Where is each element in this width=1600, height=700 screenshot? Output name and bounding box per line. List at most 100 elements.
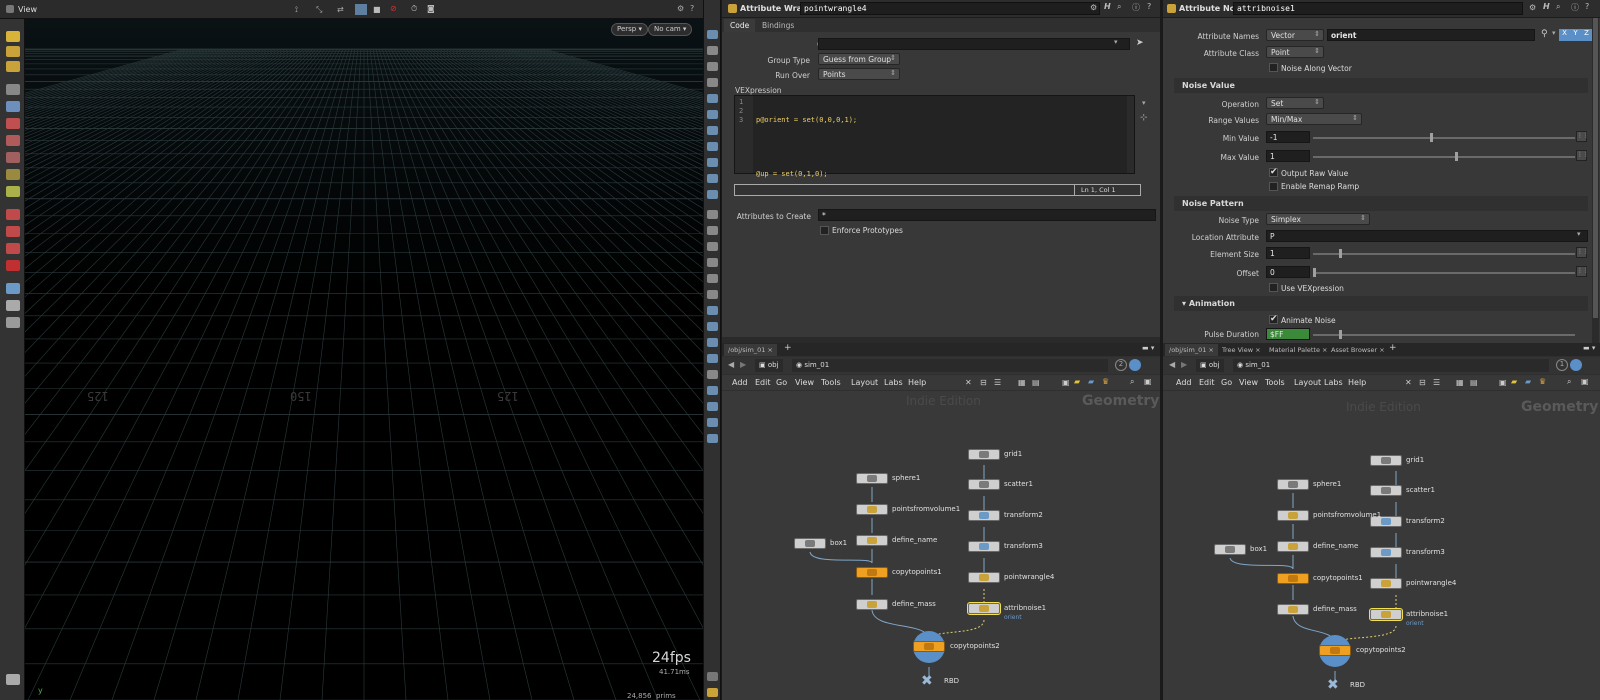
zoom-icon[interactable]: ⌕	[1567, 377, 1571, 387]
menu-tools[interactable]: Tools	[821, 378, 841, 387]
add-tab-icon[interactable]: +	[784, 343, 792, 353]
path-obj[interactable]: ▣ obj	[755, 359, 783, 372]
dot-icon[interactable]	[707, 210, 718, 219]
back-icon[interactable]: ◀	[1169, 360, 1175, 369]
pulse-duration-field[interactable]: $FF	[1266, 328, 1310, 340]
element-slider-knob[interactable]	[1338, 249, 1342, 258]
face-icon[interactable]	[707, 242, 718, 251]
select-mode-icon[interactable]: ⟟	[295, 5, 298, 15]
hscript-icon[interactable]: H	[1543, 2, 1550, 11]
node-box1[interactable]	[794, 538, 826, 549]
help-icon[interactable]: ?	[690, 4, 694, 13]
bulb-icon[interactable]	[707, 126, 718, 135]
noise-pattern-section[interactable]: Noise Pattern	[1174, 196, 1588, 211]
normal-icon[interactable]	[707, 190, 718, 199]
camera-icon[interactable]: ⏱	[411, 4, 417, 14]
tab-tree-view[interactable]: Tree View ×	[1218, 344, 1265, 356]
tile-view-icon[interactable]: ▤	[1032, 378, 1040, 387]
close-strip-icon[interactable]	[707, 78, 718, 87]
info-icon[interactable]: ⓘ	[1132, 2, 1140, 13]
node-pointsfromvolume1[interactable]	[1277, 510, 1309, 521]
pulse-duration-slider[interactable]	[1313, 330, 1575, 339]
network-canvas[interactable]: Indie Edition Geometry grid1 scatter1 tr…	[722, 391, 1160, 700]
min-slider-knob[interactable]	[1429, 133, 1433, 142]
noise-value-section[interactable]: Noise Value	[1174, 78, 1588, 93]
min-value-field[interactable]: -1	[1266, 131, 1310, 143]
grid-strip-icon[interactable]	[707, 386, 718, 395]
visibility-icon[interactable]	[6, 283, 20, 294]
attr-names-type-dropdown[interactable]: Vector	[1266, 29, 1324, 41]
menu-view[interactable]: View	[1239, 378, 1258, 387]
frame-all-icon[interactable]: ▣	[1144, 377, 1152, 386]
view-tool-icon[interactable]	[6, 209, 20, 220]
render-icon[interactable]	[6, 317, 20, 328]
offset-slider-knob[interactable]	[1313, 268, 1316, 277]
pulse-slider-knob[interactable]	[1338, 330, 1342, 339]
menu-tools[interactable]: Tools	[1265, 378, 1285, 387]
menu-help[interactable]: Help	[908, 378, 926, 387]
list-icon[interactable]: ☰	[1433, 378, 1440, 387]
crown-icon[interactable]: ♛	[1102, 377, 1109, 386]
move-tool-icon[interactable]	[6, 46, 20, 57]
pane-menu-icon[interactable]: ▬ ▾	[1583, 344, 1595, 352]
node-box1[interactable]	[1214, 544, 1246, 555]
range-values-dropdown[interactable]: Min/Max	[1266, 113, 1362, 125]
node-grid1[interactable]	[968, 449, 1000, 460]
camera-strip-icon[interactable]	[707, 46, 718, 55]
max-channel-button[interactable]: ⋮⋮	[1576, 150, 1589, 161]
hscript-icon[interactable]: H	[1104, 2, 1111, 11]
enforce-prototypes-checkbox[interactable]	[820, 226, 829, 235]
rbd-node-icon[interactable]: ✖	[1327, 677, 1339, 693]
frame-icon[interactable]	[707, 290, 718, 299]
home-icon[interactable]	[707, 306, 718, 315]
node-transform3[interactable]	[1370, 547, 1402, 558]
path-net[interactable]: ◉ sim_01	[1233, 359, 1549, 372]
menu-view[interactable]: View	[795, 378, 814, 387]
menu-labs[interactable]: Labs	[1324, 378, 1343, 387]
tile-icon[interactable]	[707, 402, 718, 411]
edge-icon[interactable]	[707, 226, 718, 235]
tool-icon[interactable]: ⊟	[1419, 378, 1426, 387]
menu-edit[interactable]: Edit	[755, 378, 771, 387]
help-icon[interactable]: ?	[1147, 2, 1151, 11]
output-raw-checkbox[interactable]	[1269, 167, 1278, 177]
back-icon[interactable]: ◀	[728, 360, 734, 369]
path-obj[interactable]: ▣ obj	[1196, 359, 1224, 372]
node-sphere1[interactable]	[1277, 479, 1309, 490]
group-type-dropdown[interactable]: Guess from Group	[818, 53, 900, 65]
node-pointwrangle4[interactable]	[1370, 578, 1402, 589]
panel-icon[interactable]: ▣	[1499, 378, 1507, 387]
sculpt-tool-icon[interactable]	[6, 243, 20, 254]
min-value-slider[interactable]	[1313, 133, 1575, 142]
pane-menu-icon[interactable]: ▬ ▾	[1142, 344, 1154, 352]
menu-add[interactable]: Add	[732, 378, 748, 387]
snap-icon[interactable]: ⇄	[337, 5, 344, 14]
offset-channel-button[interactable]: ⋮⋮	[1576, 266, 1589, 277]
box-strip-icon[interactable]	[707, 322, 718, 331]
offset-slider[interactable]	[1313, 268, 1575, 277]
cube-icon[interactable]	[707, 338, 718, 347]
pose-icon[interactable]	[6, 135, 20, 146]
vex-code-editor[interactable]: 1 2 3 p@orient = set(0,0,0,1); @up = set…	[734, 95, 1135, 178]
forward-icon[interactable]: ▶	[740, 360, 746, 369]
measure-icon[interactable]	[6, 169, 20, 180]
animation-section[interactable]: ▾ Animation	[1174, 296, 1588, 311]
tab-obj-sim[interactable]: /obj/sim_01 ×	[724, 344, 777, 356]
zoom-icon[interactable]: ⌕	[1130, 377, 1134, 387]
node-define-name[interactable]	[856, 535, 888, 546]
pin-icon[interactable]: ⚲	[1541, 29, 1548, 39]
select-tool-icon[interactable]	[6, 31, 20, 42]
wire-icon[interactable]	[707, 158, 718, 167]
draw-tool-icon[interactable]	[6, 226, 20, 237]
node-transform2[interactable]	[968, 510, 1000, 521]
tab-obj-sim[interactable]: /obj/sim_01 ×	[1165, 344, 1218, 356]
y-toggle[interactable]: Y	[1570, 29, 1581, 41]
tab-asset-browser[interactable]: Asset Browser ×	[1327, 344, 1389, 356]
network-canvas[interactable]: Indie Edition Geometry grid1 scatter1 tr…	[1163, 391, 1600, 700]
noise-along-vector-checkbox[interactable]	[1269, 63, 1278, 72]
globe-icon[interactable]	[707, 94, 718, 103]
node-attribnoise1[interactable]	[1369, 608, 1403, 621]
point-icon[interactable]	[707, 174, 718, 183]
node-scatter1[interactable]	[968, 479, 1000, 490]
element-size-field[interactable]: 1	[1266, 247, 1310, 259]
